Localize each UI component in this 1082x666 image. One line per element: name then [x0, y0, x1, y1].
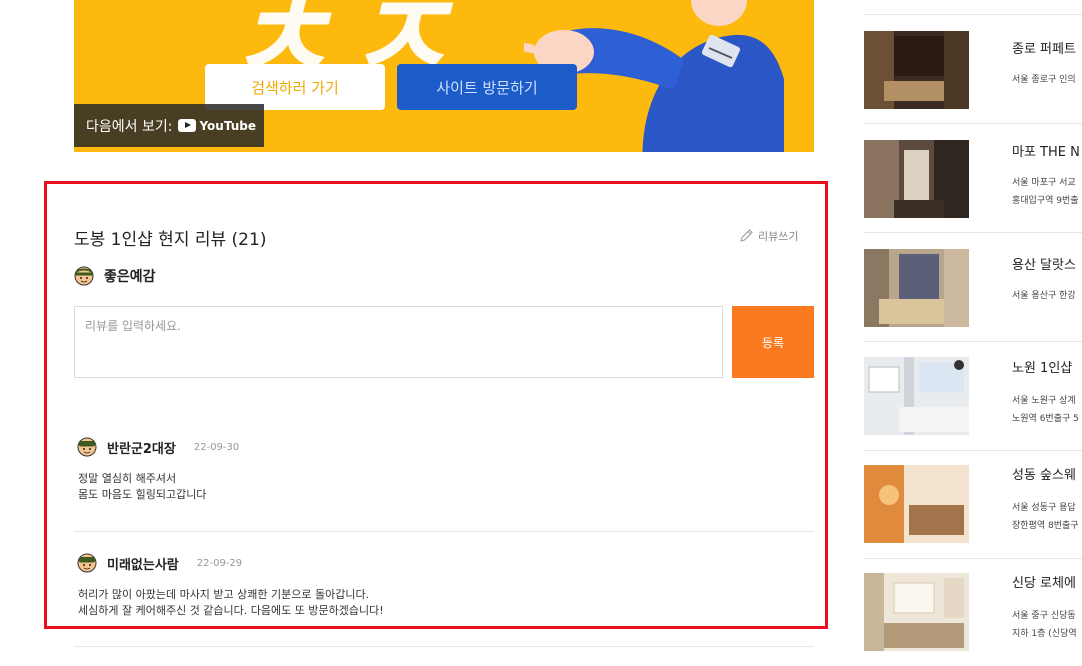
review-divider: [74, 646, 814, 647]
review-line: 세심하게 잘 케어해주신 것 같습니다. 다음에도 또 방문하겠습니다!: [78, 604, 384, 617]
sidebar-shop-item[interactable]: 성동 숲스웨 서울 성동구 용답 장한평역 8번출구: [864, 450, 1082, 558]
sidebar-shop-item[interactable]: 용산 달랏스 서울 용산구 한강: [864, 232, 1082, 340]
shop-thumbnail[interactable]: [864, 465, 969, 543]
review-author: 반란군2대장: [107, 441, 176, 457]
review-line: 허리가 많이 아팠는데 마사지 받고 상쾌한 기분으로 돌아갑니다.: [78, 588, 370, 601]
shop-address: 서울 노원구 상계: [1012, 396, 1076, 406]
watch-on-youtube-bar[interactable]: 다음에서 보기: YouTube: [74, 104, 264, 147]
shop-title[interactable]: 종로 퍼페트: [1012, 38, 1076, 57]
shop-thumbnail[interactable]: [864, 357, 969, 435]
youtube-video-embed[interactable]: ㅊㅈ 검색하러 가기 사이트 방문하기 다음에서 보기: YouTube: [74, 0, 814, 152]
watch-on-label: 다음에서 보기:: [86, 118, 173, 135]
sidebar-shop-item[interactable]: 노원 1인샵 서울 노원구 상계 노원역 6번출구 5: [864, 341, 1082, 449]
current-user: 좋은예감: [74, 266, 156, 286]
shop-address: 장한평역 8번출구: [1012, 521, 1079, 531]
shop-title[interactable]: 마포 THE N: [1012, 141, 1080, 160]
shop-thumbnail[interactable]: [864, 249, 969, 327]
review-input[interactable]: [74, 306, 723, 378]
shop-address: 서울 성동구 용답: [1012, 503, 1076, 513]
shop-thumbnail[interactable]: [864, 140, 969, 218]
avatar-icon: [77, 553, 97, 573]
review-date: 22-09-30: [193, 441, 240, 453]
section-divider: [74, 181, 814, 182]
youtube-logo: YouTube: [178, 119, 256, 133]
sidebar-shop-item[interactable]: 마포 THE N 서울 마포구 서교 홍대입구역 9번출: [864, 123, 1082, 231]
shop-address: 서울 용산구 한강: [1012, 291, 1076, 301]
review-section-title: 도봉 1인샵 현지 리뷰 (21): [74, 230, 267, 250]
avatar-icon: [77, 437, 97, 457]
shop-address: 서울 중구 신당동: [1012, 611, 1076, 621]
review-line: 정말 열심히 해주셔서: [78, 472, 177, 485]
shop-title[interactable]: 신당 로체에: [1012, 572, 1076, 591]
review-line: 몸도 마음도 힐링되고갑니다: [78, 488, 207, 501]
shop-thumbnail[interactable]: [864, 573, 969, 651]
pencil-icon: [740, 229, 753, 242]
review-divider: [74, 531, 814, 532]
youtube-play-icon: [178, 119, 197, 132]
shop-title[interactable]: 성동 숲스웨: [1012, 464, 1076, 483]
shop-thumbnail[interactable]: [864, 31, 969, 109]
shop-address: 홍대입구역 9번출: [1012, 196, 1079, 206]
shop-address: 서울 마포구 서교: [1012, 178, 1076, 188]
shop-title[interactable]: 노원 1인샵: [1012, 357, 1072, 376]
review-text: 허리가 많이 아팠는데 마사지 받고 상쾌한 기분으로 돌아갑니다. 세심하게 …: [74, 587, 814, 619]
shop-address: 서울 종로구 인의: [1012, 75, 1076, 85]
sidebar-shop-item[interactable]: 신당 로체에 서울 중구 신당동 지하 1층 (신당역: [864, 558, 1082, 666]
submit-review-button[interactable]: 등록: [732, 306, 814, 378]
shop-address: 노원역 6번출구 5: [1012, 414, 1079, 424]
youtube-wordmark: YouTube: [199, 118, 256, 133]
shop-address: 지하 1층 (신당역: [1012, 629, 1077, 639]
review-date: 22-09-29: [196, 557, 243, 569]
write-review-label: 리뷰쓰기: [758, 230, 799, 243]
shop-title[interactable]: 용산 달랏스: [1012, 254, 1076, 273]
site-visit-button[interactable]: 사이트 방문하기: [397, 64, 577, 110]
review-text: 정말 열심히 해주셔서 몸도 마음도 힐링되고갑니다: [74, 471, 814, 503]
review-author: 미래없는사람: [107, 557, 179, 573]
sidebar-shop-item[interactable]: 종로 퍼페트 서울 종로구 인의: [864, 14, 1082, 122]
write-review-link[interactable]: 리뷰쓰기: [738, 228, 798, 244]
current-user-name: 좋은예감: [104, 269, 156, 285]
review-item: 반란군2대장 22-09-30 정말 열심히 해주셔서 몸도 마음도 힐링되고갑…: [74, 437, 814, 503]
avatar-icon: [74, 266, 94, 286]
review-item: 미래없는사람 22-09-29 허리가 많이 아팠는데 마사지 받고 상쾌한 기…: [74, 553, 814, 619]
